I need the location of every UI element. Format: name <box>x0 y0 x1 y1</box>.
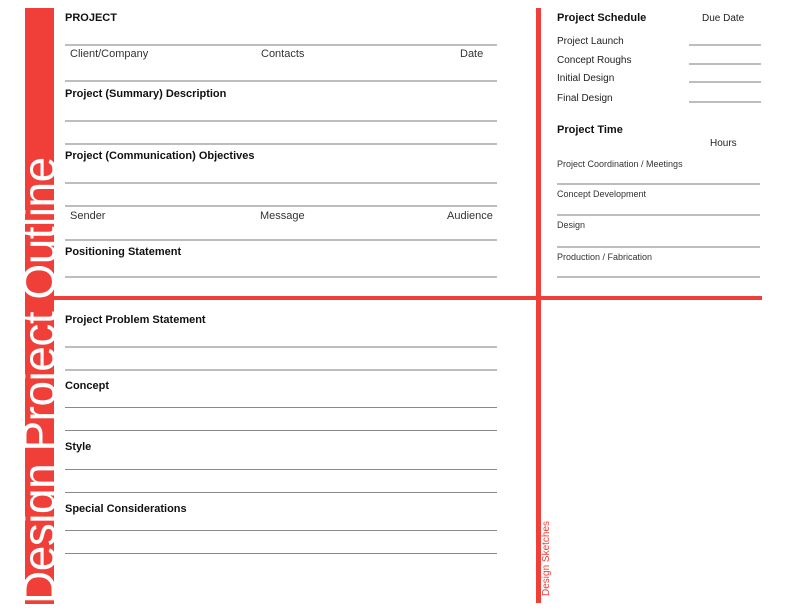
contacts-label: Contacts <box>261 48 305 60</box>
message-label: Message <box>260 210 305 222</box>
sender-label: Sender <box>70 210 106 222</box>
due-date-field[interactable] <box>689 101 761 103</box>
due-date-field[interactable] <box>689 63 761 65</box>
schedule-item: Concept Roughs <box>557 55 632 66</box>
audience-label: Audience <box>447 210 493 222</box>
hours-field[interactable] <box>557 246 760 248</box>
communication-objectives-heading: Project (Communication) Objectives <box>65 150 255 162</box>
project-heading: PROJECT <box>65 12 117 24</box>
hours-field[interactable] <box>557 214 760 216</box>
time-item: Project Coordination / Meetings <box>557 159 683 169</box>
design-sketches-label: Design Sketches <box>541 520 552 596</box>
style-heading: Style <box>65 441 92 453</box>
hours-header: Hours <box>710 138 737 149</box>
problem-line-1[interactable] <box>65 346 497 348</box>
schedule-item: Initial Design <box>557 73 615 84</box>
special-line-2[interactable] <box>65 553 497 554</box>
positioning-statement-heading: Positioning Statement <box>65 246 182 258</box>
due-date-field[interactable] <box>689 44 761 46</box>
positioning-line[interactable] <box>65 276 497 278</box>
schedule-item: Final Design <box>557 93 613 104</box>
smc-field[interactable] <box>65 239 497 241</box>
project-field[interactable] <box>65 44 497 46</box>
special-line-1[interactable] <box>65 530 497 531</box>
style-line-1[interactable] <box>65 469 497 470</box>
due-date-header: Due Date <box>702 13 745 24</box>
client-company-label: Client/Company <box>70 48 149 60</box>
problem-statement-heading: Project Problem Statement <box>65 314 206 326</box>
time-item: Concept Development <box>557 189 647 199</box>
date-label: Date <box>460 48 484 60</box>
due-date-field[interactable] <box>689 81 761 83</box>
summary-description-line-1[interactable] <box>65 120 497 122</box>
sketch-area[interactable] <box>541 300 762 603</box>
document-title: Design Project Outline <box>13 157 65 604</box>
objectives-line-1[interactable] <box>65 182 497 184</box>
schedule-heading: Project Schedule <box>557 12 647 24</box>
summary-description-heading: Project (Summary) Description <box>65 88 227 100</box>
hours-field[interactable] <box>557 276 760 278</box>
special-considerations-heading: Special Considerations <box>65 503 187 515</box>
objectives-line-2[interactable] <box>65 205 497 207</box>
problem-line-2[interactable] <box>65 369 497 371</box>
summary-description-line-2[interactable] <box>65 143 497 145</box>
concept-heading: Concept <box>65 380 109 392</box>
hours-field[interactable] <box>557 183 760 185</box>
concept-line-2[interactable] <box>65 430 497 431</box>
schedule-item: Project Launch <box>557 36 624 47</box>
concept-line-1[interactable] <box>65 407 497 408</box>
time-item: Production / Fabrication <box>557 252 653 262</box>
style-line-2[interactable] <box>65 492 497 493</box>
client-field[interactable] <box>65 80 497 82</box>
project-time-heading: Project Time <box>557 124 623 136</box>
time-item: Design <box>557 220 586 230</box>
